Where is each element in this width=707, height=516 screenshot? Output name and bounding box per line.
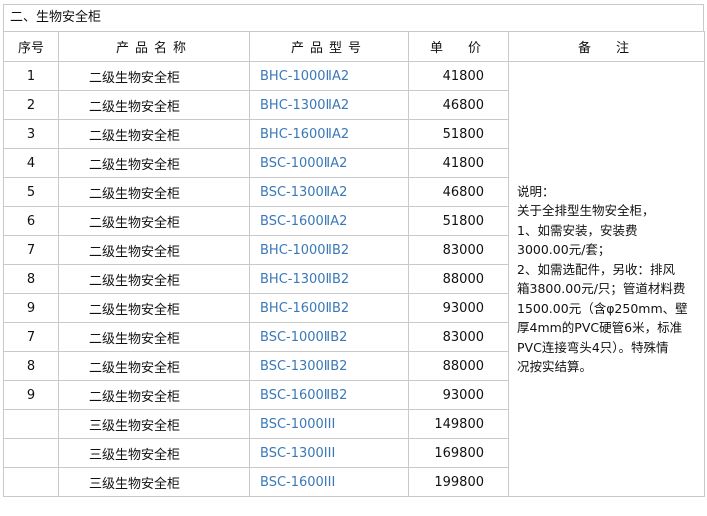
row-unit-price: 41800 <box>408 61 509 91</box>
row-product-model: BHC-1000ⅡA2 <box>249 61 409 91</box>
row-seq: 6 <box>3 206 59 236</box>
row-product-name: 二级生物安全柜 <box>58 90 250 120</box>
row-unit-price: 83000 <box>408 322 509 352</box>
remarks-line: 1、如需安装，安装费 <box>517 222 638 238</box>
row-product-model: BHC-1000ⅡB2 <box>249 235 409 265</box>
row-unit-price: 93000 <box>408 293 509 323</box>
row-product-model: BSC-1600ⅡA2 <box>249 206 409 236</box>
row-unit-price: 83000 <box>408 235 509 265</box>
row-product-name: 二级生物安全柜 <box>58 380 250 410</box>
header-remarks: 备 注 <box>508 31 705 62</box>
row-product-name: 二级生物安全柜 <box>58 119 250 149</box>
row-seq <box>3 409 59 439</box>
remarks-line: 2、如需选配件，另收：排风 <box>517 261 675 277</box>
row-seq: 2 <box>3 90 59 120</box>
row-product-model: BSC-1600III <box>249 467 409 497</box>
remarks-line: 厚4mm的PVC硬管6米，标准 <box>517 320 683 335</box>
row-seq: 8 <box>3 351 59 381</box>
header-product-name: 产品名称 <box>58 31 250 62</box>
row-seq: 1 <box>3 61 59 91</box>
table-body: 1 二级生物安全柜 BHC-1000ⅡA2 41800 说明： 关于全排型生物安全柜， 1、… <box>3 61 705 497</box>
row-product-model: BSC-1000ⅡB2 <box>249 322 409 352</box>
row-product-name: 三级生物安全柜 <box>58 467 250 497</box>
row-seq: 8 <box>3 264 59 294</box>
row-product-model: BSC-1300ⅡB2 <box>249 351 409 381</box>
remarks-line: 说明： <box>517 183 555 199</box>
header-seq: 序号 <box>3 31 59 62</box>
header-unit-price: 单 价 <box>408 31 509 62</box>
row-seq: 5 <box>3 177 59 207</box>
row-seq: 7 <box>3 235 59 265</box>
row-product-name: 三级生物安全柜 <box>58 409 250 439</box>
row-product-name: 二级生物安全柜 <box>58 235 250 265</box>
price-table: 序号 产品名称 产品型号 单 价 备 注 1 二级生物安全柜 BHC-1000ⅡA2… <box>3 31 705 497</box>
row-product-name: 二级生物安全柜 <box>58 351 250 381</box>
row-unit-price: 199800 <box>408 467 509 497</box>
row-product-model: BHC-1300ⅡB2 <box>249 264 409 294</box>
row-product-name: 三级生物安全柜 <box>58 438 250 468</box>
row-product-name: 二级生物安全柜 <box>58 264 250 294</box>
row-product-name: 二级生物安全柜 <box>58 148 250 178</box>
table-row: 1 二级生物安全柜 BHC-1000ⅡA2 41800 说明： 关于全排型生物安全柜， 1、… <box>3 61 705 497</box>
row-product-model: BHC-1300ⅡA2 <box>249 90 409 120</box>
row-seq: 4 <box>3 148 59 178</box>
remarks-cell: 说明： 关于全排型生物安全柜， 1、如需安装，安装费 3000.00元/套； 2、如需选… <box>508 61 705 497</box>
row-product-name: 二级生物安全柜 <box>58 61 250 91</box>
row-product-name: 二级生物安全柜 <box>58 293 250 323</box>
row-product-name: 二级生物安全柜 <box>58 322 250 352</box>
row-seq <box>3 438 59 468</box>
row-unit-price: 88000 <box>408 264 509 294</box>
remarks-line: 关于全排型生物安全柜， <box>517 203 655 218</box>
row-product-model: BSC-1600ⅡB2 <box>249 380 409 410</box>
section-title: 二、生物安全柜 <box>3 4 704 31</box>
row-product-name: 二级生物安全柜 <box>58 206 250 236</box>
row-seq: 9 <box>3 380 59 410</box>
remarks-line: 况按实结算。 <box>517 359 593 374</box>
row-seq <box>3 467 59 497</box>
remarks-line: 3000.00元/套； <box>517 242 611 257</box>
row-unit-price: 88000 <box>408 351 509 381</box>
header-product-model: 产品型号 <box>249 31 409 62</box>
remarks-line: 箱3800.00元/只；管道材料费 <box>517 281 686 296</box>
row-product-name: 二级生物安全柜 <box>58 177 250 207</box>
row-unit-price: 46800 <box>408 90 509 120</box>
row-unit-price: 51800 <box>408 119 509 149</box>
row-unit-price: 93000 <box>408 380 509 410</box>
row-product-model: BSC-1300III <box>249 438 409 468</box>
row-unit-price: 149800 <box>408 409 509 439</box>
row-unit-price: 169800 <box>408 438 509 468</box>
row-seq: 3 <box>3 119 59 149</box>
row-seq: 9 <box>3 293 59 323</box>
remarks-line: PVC连接弯头4只）。特殊情 <box>517 339 669 355</box>
row-unit-price: 46800 <box>408 177 509 207</box>
row-unit-price: 41800 <box>408 148 509 178</box>
row-product-model: BHC-1600ⅡB2 <box>249 293 409 323</box>
row-seq: 7 <box>3 322 59 352</box>
row-product-model: BHC-1600ⅡA2 <box>249 119 409 149</box>
row-unit-price: 51800 <box>408 206 509 236</box>
remarks-line: 1500.00元（含φ250mm、壁 <box>517 300 688 316</box>
row-product-model: BSC-1000ⅡA2 <box>249 148 409 178</box>
table-header-row: 序号 产品名称 产品型号 单 价 备 注 <box>3 31 705 62</box>
row-product-model: BSC-1300ⅡA2 <box>249 177 409 207</box>
row-product-model: BSC-1000III <box>249 409 409 439</box>
price-sheet: 二、生物安全柜 序号 产品名称 产品型号 单 价 备 注 1 二级生物安全柜 BHC… <box>3 4 705 497</box>
